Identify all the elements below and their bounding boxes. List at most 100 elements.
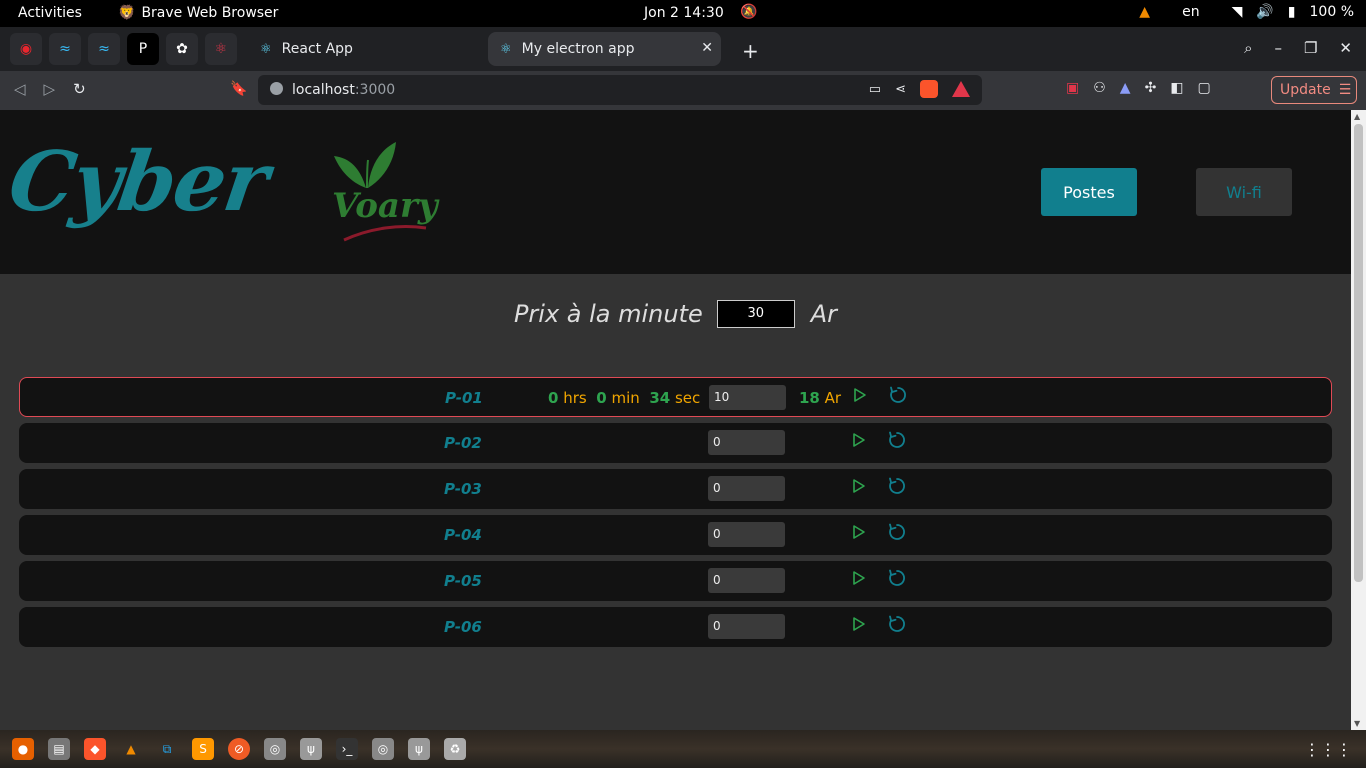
disk-icon[interactable]: ◎ xyxy=(264,738,286,760)
minutes-label: min xyxy=(611,389,640,407)
minutes-input[interactable]: 10 xyxy=(709,385,786,410)
clock[interactable]: Jon 2 14:30 xyxy=(644,5,724,21)
reset-icon[interactable] xyxy=(887,522,907,542)
system-tray[interactable]: ▲ en ◥ 🔊 ▮ 100 % xyxy=(1139,4,1354,20)
close-icon[interactable]: ✕ xyxy=(701,40,713,56)
tab-label: My electron app xyxy=(521,41,635,57)
station-name: P-04 xyxy=(444,526,482,544)
brave-shields-icon[interactable] xyxy=(920,80,938,98)
reset-icon[interactable] xyxy=(887,614,907,634)
window-controls: ⌕ – ❐ ✕ xyxy=(1244,39,1352,57)
disk-icon[interactable]: ◎ xyxy=(372,738,394,760)
reset-icon[interactable] xyxy=(887,476,907,496)
pinned-tabs: ◉ ≈ ≈ P ✿ ⚛ xyxy=(10,33,237,65)
station-name: P-05 xyxy=(444,572,482,590)
play-icon[interactable] xyxy=(852,616,866,632)
tab-label: React App xyxy=(281,41,353,57)
play-icon[interactable] xyxy=(852,432,866,448)
cost-value: 18 xyxy=(799,389,820,407)
vlc-icon[interactable]: ▲ xyxy=(120,738,142,760)
openai-icon[interactable]: ✿ xyxy=(166,33,198,65)
tailwind-icon[interactable]: ≈ xyxy=(88,33,120,65)
scroll-down-icon[interactable]: ▼ xyxy=(1354,719,1360,728)
app-menu[interactable]: 🦁 Brave Web Browser xyxy=(118,5,278,21)
back-icon[interactable]: ◁ xyxy=(14,80,26,98)
firefox-icon[interactable]: ● xyxy=(12,738,34,760)
reload-icon[interactable]: ↻ xyxy=(73,80,86,98)
react-icon[interactable]: ⚛ xyxy=(205,33,237,65)
brave-icon[interactable]: ◆ xyxy=(84,738,106,760)
play-icon[interactable] xyxy=(853,387,867,403)
activities-button[interactable]: Activities xyxy=(18,5,82,21)
wifi-button[interactable]: Wi-fi xyxy=(1196,168,1292,216)
bookmark-icon[interactable]: 🔖 xyxy=(230,81,247,97)
update-label: Update xyxy=(1280,82,1331,98)
extension-icon[interactable]: ▣ xyxy=(1066,80,1079,96)
wifi-icon: ◥ xyxy=(1231,4,1243,20)
minutes-input[interactable]: 0 xyxy=(708,430,785,455)
vlc-tray-icon[interactable]: ▲ xyxy=(1139,4,1150,20)
minimize-icon[interactable]: – xyxy=(1274,39,1282,57)
maximize-icon[interactable]: ❐ xyxy=(1304,39,1317,57)
stations-list: P-01 0 hrs 0 min 34 sec 10 18 Ar P-02 0 P-03 0 P… xyxy=(19,377,1332,653)
forward-icon[interactable]: ▷ xyxy=(44,80,56,98)
react-icon: ⚛ xyxy=(260,41,272,57)
wallet-icon[interactable]: ▢ xyxy=(1198,80,1211,96)
battery-icon: ▮ xyxy=(1287,4,1296,20)
extension-icon[interactable]: ⚇ xyxy=(1093,80,1106,96)
files-icon[interactable]: ▤ xyxy=(48,738,70,760)
hours-label: hrs xyxy=(563,389,587,407)
minutes-input[interactable]: 0 xyxy=(708,568,785,593)
extensions-puzzle-icon[interactable]: ✣ xyxy=(1145,80,1157,96)
notification-muted-icon[interactable]: 🔕 xyxy=(740,4,757,20)
brave-rewards-icon[interactable] xyxy=(952,81,970,97)
postman-icon[interactable]: ⊘ xyxy=(228,738,250,760)
minutes-input[interactable]: 0 xyxy=(708,476,785,501)
price-input[interactable]: 30 xyxy=(716,300,795,328)
tailwind-icon[interactable]: ≈ xyxy=(49,33,81,65)
play-icon[interactable] xyxy=(852,570,866,586)
minutes-input[interactable]: 0 xyxy=(708,614,785,639)
address-bar[interactable]: localhost:3000 ▭ ⋖ xyxy=(258,75,982,105)
reset-icon[interactable] xyxy=(887,430,907,450)
update-button[interactable]: Update ☰ xyxy=(1271,76,1357,104)
close-window-icon[interactable]: ✕ xyxy=(1339,39,1352,57)
scroll-up-icon[interactable]: ▲ xyxy=(1354,112,1360,121)
postes-button[interactable]: Postes xyxy=(1041,168,1137,216)
language-indicator[interactable]: en xyxy=(1182,4,1200,20)
site-info-icon[interactable] xyxy=(270,82,283,95)
sidebar-icon[interactable]: ◧ xyxy=(1170,80,1183,96)
new-tab-icon[interactable]: + xyxy=(742,39,759,63)
station-row: P-01 0 hrs 0 min 34 sec 10 18 Ar xyxy=(19,377,1332,417)
reset-icon[interactable] xyxy=(888,385,908,405)
usb-icon[interactable]: ψ xyxy=(408,738,430,760)
terminal-icon[interactable]: ›_ xyxy=(336,738,358,760)
extension-icon[interactable]: ▲ xyxy=(1120,80,1131,96)
scrollbar-thumb[interactable] xyxy=(1354,124,1363,582)
brave-lion-icon: 🦁 xyxy=(118,5,136,21)
search-tabs-icon[interactable]: ⌕ xyxy=(1244,39,1252,57)
usb-icon[interactable]: ψ xyxy=(300,738,322,760)
brave-swirl-icon[interactable]: ◉ xyxy=(10,33,42,65)
vscode-icon[interactable]: ⧉ xyxy=(156,738,178,760)
tab-react-app[interactable]: ⚛ React App xyxy=(248,32,478,66)
cast-icon[interactable]: ▭ xyxy=(869,82,881,97)
station-name: P-02 xyxy=(444,434,482,452)
share-icon[interactable]: ⋖ xyxy=(895,82,906,97)
tab-my-electron-app[interactable]: ⚛ My electron app ✕ xyxy=(488,32,721,66)
trash-icon[interactable]: ♻ xyxy=(444,738,466,760)
elapsed-hours: 0 xyxy=(548,389,559,407)
show-apps-icon[interactable]: ⋮⋮⋮ xyxy=(1304,740,1352,759)
sublime-icon[interactable]: S xyxy=(192,738,214,760)
station-row: P-05 0 xyxy=(19,561,1332,601)
play-icon[interactable] xyxy=(852,524,866,540)
play-icon[interactable] xyxy=(852,478,866,494)
reset-icon[interactable] xyxy=(887,568,907,588)
minutes-input[interactable]: 0 xyxy=(708,522,785,547)
p-icon[interactable]: P xyxy=(127,33,159,65)
browser-toolbar: ◁ ▷ ↻ 🔖 localhost:3000 ▭ ⋖ ▣ ⚇ ▲ ✣ ◧ ▢ U… xyxy=(0,71,1366,110)
elapsed-seconds: 34 xyxy=(649,389,671,407)
url-port: :3000 xyxy=(354,82,396,98)
price-label: Prix à la minute xyxy=(513,300,703,328)
page-scrollbar[interactable]: ▲ ▼ xyxy=(1351,110,1366,730)
